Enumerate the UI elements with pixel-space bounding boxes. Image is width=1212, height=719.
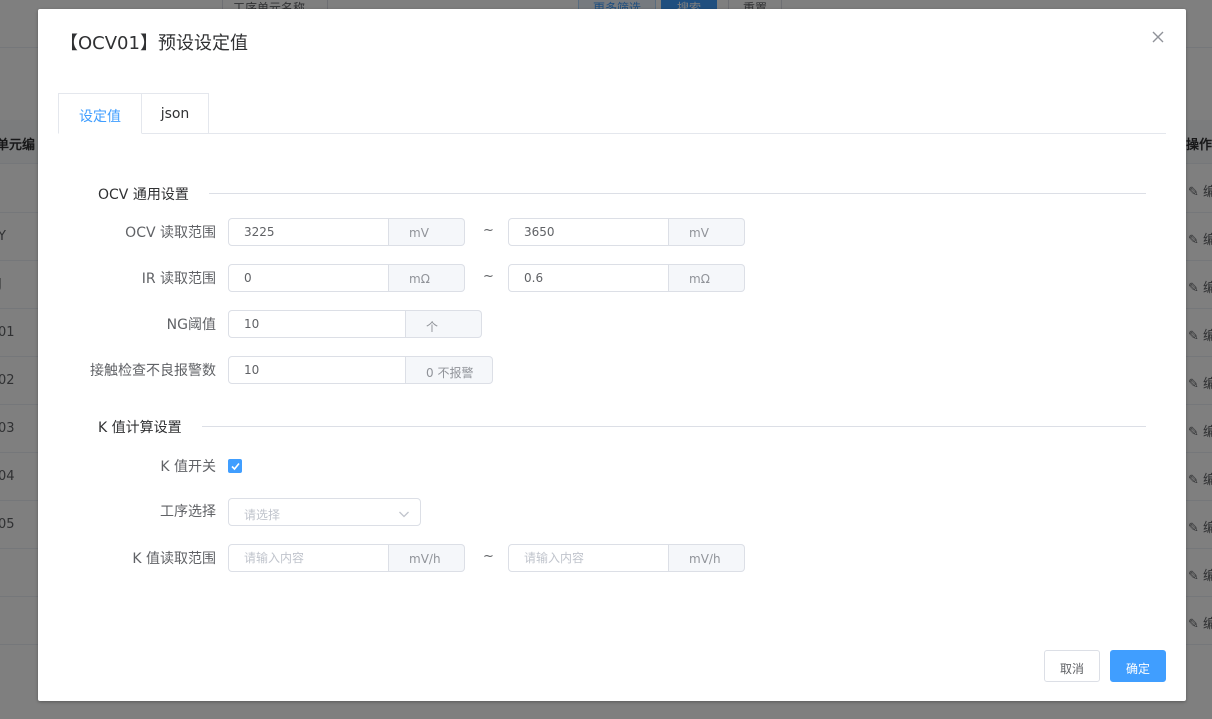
- preset-dialog: 【OCV01】预设设定值 设定值 json OCV 通用设置 OCV 读取范围 …: [38, 9, 1186, 701]
- ir-min-unit: mΩ: [389, 264, 465, 292]
- section-title-k: K 值计算设置: [78, 417, 202, 437]
- process-select-placeholder: 请选择: [244, 508, 281, 522]
- ir-max-input[interactable]: [508, 264, 669, 292]
- confirm-button[interactable]: 确定: [1110, 650, 1166, 682]
- contact-alarm-input[interactable]: [228, 356, 406, 384]
- process-select[interactable]: 请选择: [228, 498, 421, 526]
- ocv-range-label: OCV 读取范围: [125, 225, 216, 241]
- ocv-min-field: mV: [228, 218, 465, 246]
- tab-json[interactable]: json: [141, 93, 209, 133]
- process-select-label: 工序选择: [160, 504, 216, 520]
- ir-max-field: mΩ: [508, 264, 745, 292]
- contact-alarm-hint: 0 不报警: [406, 356, 493, 384]
- section-divider-k: [78, 426, 1146, 427]
- ir-min-input[interactable]: [228, 264, 389, 292]
- ocv-min-unit: mV: [389, 218, 465, 246]
- k-max-input[interactable]: [508, 544, 669, 572]
- cancel-button[interactable]: 取消: [1044, 650, 1100, 682]
- ocv-max-input[interactable]: [508, 218, 669, 246]
- chevron-down-icon: [399, 511, 409, 518]
- range-separator: ~: [483, 223, 494, 238]
- ocv-max-field: mV: [508, 218, 745, 246]
- ocv-max-unit: mV: [669, 218, 745, 246]
- ng-threshold-label: NG阈值: [166, 317, 216, 333]
- k-switch-checkbox[interactable]: [228, 459, 242, 473]
- check-icon: [231, 462, 240, 471]
- contact-alarm-label: 接触检查不良报警数: [90, 363, 216, 379]
- dialog-title: 【OCV01】预设设定值: [60, 33, 248, 54]
- tab-settings[interactable]: 设定值: [58, 93, 142, 134]
- range-separator: ~: [483, 269, 494, 284]
- tab-bar: 设定值 json: [58, 93, 1166, 134]
- range-separator: ~: [483, 549, 494, 564]
- k-max-unit: mV/h: [669, 544, 745, 572]
- section-title-ocv: OCV 通用设置: [78, 184, 209, 204]
- ir-range-label: IR 读取范围: [141, 271, 216, 287]
- k-max-field: mV/h: [508, 544, 745, 572]
- ng-threshold-field: 个: [228, 310, 482, 338]
- close-icon[interactable]: [1148, 27, 1168, 47]
- ng-threshold-unit: 个: [406, 310, 482, 338]
- ocv-min-input[interactable]: [228, 218, 389, 246]
- k-min-input[interactable]: [228, 544, 389, 572]
- k-range-label: K 值读取范围: [132, 551, 216, 567]
- contact-alarm-field: 0 不报警: [228, 356, 493, 384]
- ir-min-field: mΩ: [228, 264, 465, 292]
- ng-threshold-input[interactable]: [228, 310, 406, 338]
- k-min-unit: mV/h: [389, 544, 465, 572]
- k-switch-label: K 值开关: [160, 459, 216, 475]
- section-divider-ocv: [78, 193, 1146, 194]
- ir-max-unit: mΩ: [669, 264, 745, 292]
- k-min-field: mV/h: [228, 544, 465, 572]
